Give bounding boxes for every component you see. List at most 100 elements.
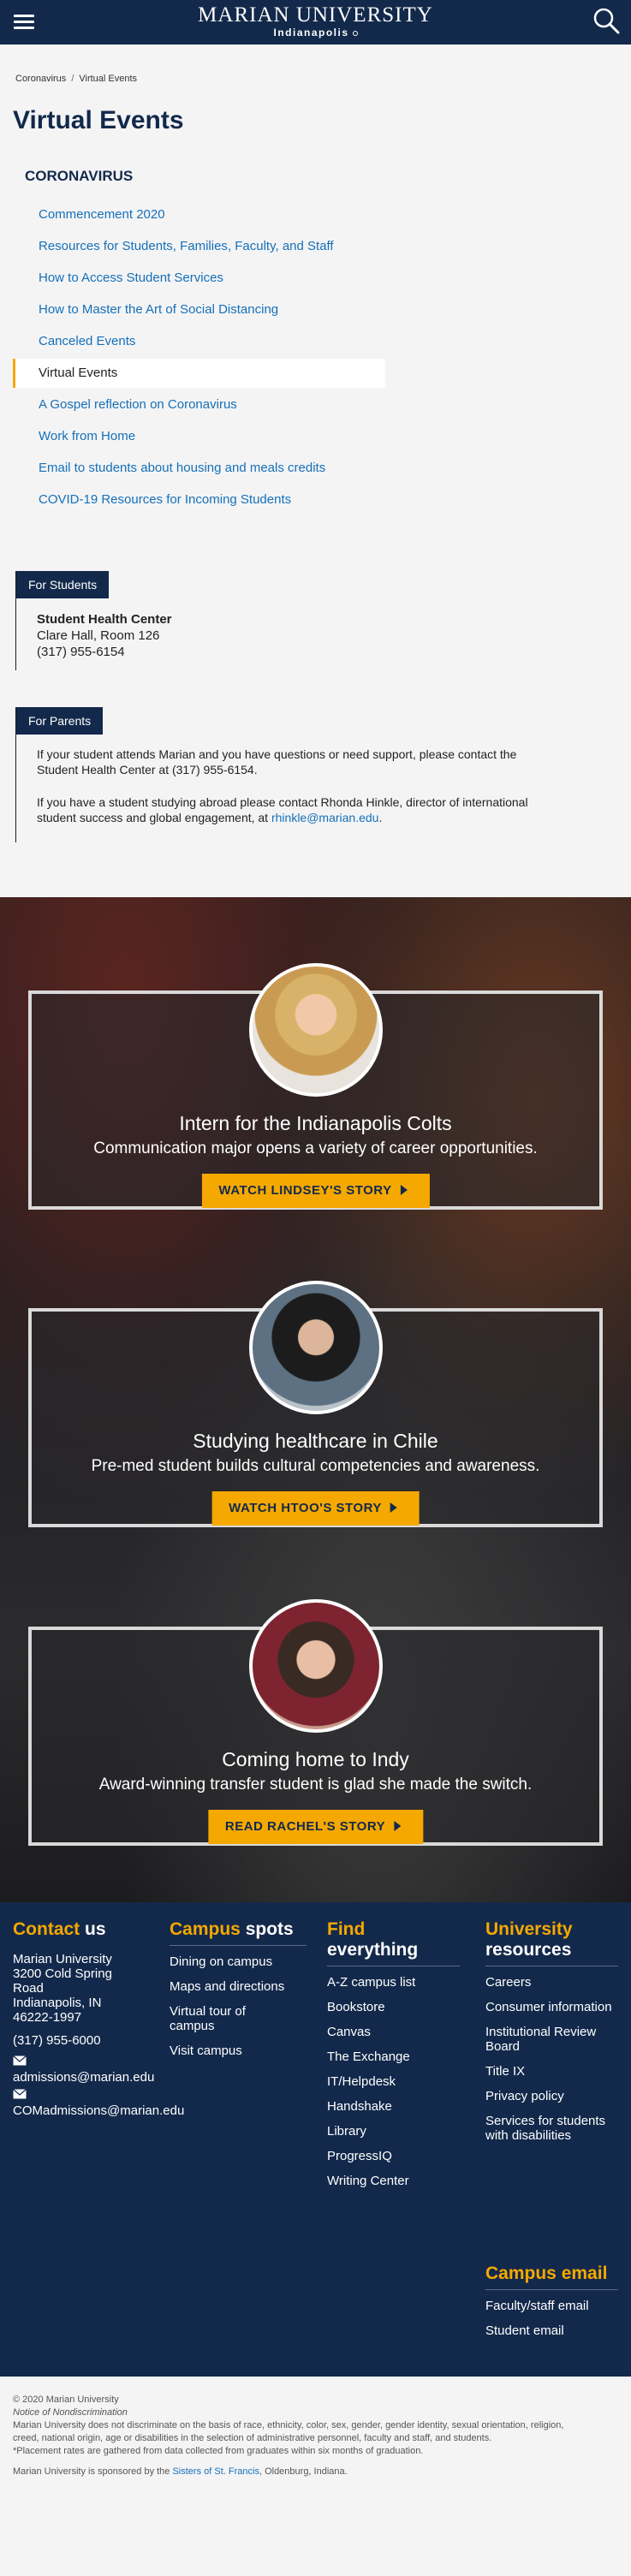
nav-item-student-services[interactable]: How to Access Student Services xyxy=(13,264,385,293)
parents-paragraph-1-line-2: Student Health Center at (317) 955-6154. xyxy=(37,763,258,776)
story-title: Coming home to Indy xyxy=(222,1748,409,1770)
legal-line-1: Marian University does not discriminate … xyxy=(13,2420,564,2430)
campus-email-list: Faculty/staff email Student email xyxy=(485,2299,618,2338)
link-virtual-tour[interactable]: Virtual tour of campus xyxy=(170,2004,264,2033)
nondiscrimination-link[interactable]: Notice of Nondiscrimination xyxy=(13,2406,128,2418)
heading-rest: resources xyxy=(485,1940,572,1960)
for-students-tag: For Students xyxy=(16,571,110,598)
link-library[interactable]: Library xyxy=(327,2124,460,2139)
nav-item-housing-email[interactable]: Email to students about housing and meal… xyxy=(13,454,385,483)
sisters-link[interactable]: Sisters of St. Francis xyxy=(172,2466,259,2477)
breadcrumb-current: Virtual Events xyxy=(79,74,138,84)
legal-line-3: *Placement rates are gathered from data … xyxy=(13,2446,424,2456)
student-stories-section: Intern for the Indianapolis Colts Commun… xyxy=(0,897,631,1902)
site-footer: Contact us Marian University 3200 Cold S… xyxy=(0,1902,631,2377)
story-subtitle: Communication major opens a variety of c… xyxy=(93,1139,538,1157)
read-rachel-story-button[interactable]: READ RACHEL'S STORY xyxy=(207,1810,424,1844)
resources-list: Careers Consumer information Institution… xyxy=(485,1975,618,2143)
heading-accent: Contact xyxy=(13,1919,80,1939)
copyright: © 2020 Marian University xyxy=(13,2395,119,2405)
footer-contact: Contact us Marian University 3200 Cold S… xyxy=(13,1919,184,2118)
site-logo[interactable]: MARIAN UNIVERSITY Indianapolis xyxy=(0,4,631,39)
parents-paragraph-2-text: student success and global engagement, a… xyxy=(37,811,271,824)
watch-lindsey-story-button[interactable]: WATCH LINDSEY'S STORY xyxy=(201,1174,430,1208)
nav-item-gospel-reflection[interactable]: A Gospel reflection on Coronavirus xyxy=(13,390,385,419)
nav-item-commencement[interactable]: Commencement 2020 xyxy=(13,200,385,229)
heading-rest: us xyxy=(85,1919,106,1939)
contact-phone[interactable]: (317) 955-6000 xyxy=(13,2033,150,2048)
breadcrumb-separator: / xyxy=(71,74,74,84)
rachel-photo xyxy=(248,1599,383,1733)
rhinkle-email-link[interactable]: rhinkle@marian.edu xyxy=(271,811,379,824)
link-careers[interactable]: Careers xyxy=(485,1975,618,1990)
envelope-icon xyxy=(13,2088,150,2103)
play-arrow-icon xyxy=(390,1502,397,1513)
link-bookstore[interactable]: Bookstore xyxy=(327,2000,460,2014)
story-title: Studying healthcare in Chile xyxy=(193,1430,438,1452)
link-student-email[interactable]: Student email xyxy=(485,2323,618,2338)
link-writing-center[interactable]: Writing Center xyxy=(327,2174,460,2188)
story-button-label: WATCH HTOO'S STORY xyxy=(229,1501,382,1515)
lindsey-photo xyxy=(248,963,383,1097)
story-subtitle: Pre-med student builds cultural competen… xyxy=(91,1457,540,1475)
address-line-4: Indianapolis, IN xyxy=(13,1996,102,2010)
link-privacy-policy[interactable]: Privacy policy xyxy=(485,2089,618,2103)
heading-accent: Campus xyxy=(485,2264,557,2283)
admissions-email-link[interactable]: admissions@marian.edu xyxy=(13,2070,154,2085)
htoo-photo xyxy=(248,1281,383,1414)
play-arrow-icon xyxy=(400,1185,408,1195)
link-title-ix[interactable]: Title IX xyxy=(485,2064,618,2079)
footer-contact-heading: Contact us xyxy=(13,1919,150,1945)
nav-item-work-from-home[interactable]: Work from Home xyxy=(13,422,385,451)
link-az-list[interactable]: A-Z campus list xyxy=(327,1975,460,1990)
link-progressiq[interactable]: ProgressIQ xyxy=(327,2149,460,2163)
link-handshake[interactable]: Handshake xyxy=(327,2099,460,2114)
address-line-2: 3200 Cold Spring xyxy=(13,1966,112,1981)
com-admissions-email-link[interactable]: COMadmissions@marian.edu xyxy=(13,2103,184,2118)
heading-rest: spots xyxy=(245,1919,294,1939)
legal-section: © 2020 Marian University Notice of Nondi… xyxy=(0,2377,631,2576)
heading-rest: everything xyxy=(327,1940,419,1960)
search-icon[interactable] xyxy=(590,5,622,38)
parents-paragraph-2-line-2: student success and global engagement, a… xyxy=(37,810,382,825)
nav-item-virtual-events[interactable]: Virtual Events xyxy=(13,359,385,388)
link-disability-services[interactable]: Services for students with disabilities xyxy=(485,2114,618,2143)
breadcrumb-link-coronavirus[interactable]: Coronavirus xyxy=(15,74,66,84)
watch-htoo-story-button[interactable]: WATCH HTOO'S STORY xyxy=(211,1491,420,1526)
link-faculty-email[interactable]: Faculty/staff email xyxy=(485,2299,618,2313)
nav-item-resources[interactable]: Resources for Students, Families, Facult… xyxy=(13,232,385,261)
footer-find-heading: Find everything xyxy=(327,1919,460,1966)
link-canvas[interactable]: Canvas xyxy=(327,2025,460,2039)
link-dining[interactable]: Dining on campus xyxy=(170,1954,307,1969)
find-everything-list: A-Z campus list Bookstore Canvas The Exc… xyxy=(327,1975,460,2188)
envelope-icon xyxy=(13,2055,150,2070)
link-consumer-info[interactable]: Consumer information xyxy=(485,2000,618,2014)
site-header: MARIAN UNIVERSITY Indianapolis xyxy=(0,0,631,45)
registered-mark-icon xyxy=(352,30,358,36)
footer-find-everything: Find everything A-Z campus list Bookstore… xyxy=(327,1919,460,2198)
address-line-1: Marian University xyxy=(13,1952,112,1966)
story-card-htoo: Studying healthcare in Chile Pre-med stu… xyxy=(28,1281,603,1527)
footer-resources-heading: University resources xyxy=(485,1919,618,1966)
heading-rest: email xyxy=(561,2264,608,2283)
link-irb[interactable]: Institutional Review Board xyxy=(485,2025,618,2054)
nav-item-covid-resources[interactable]: COVID-19 Resources for Incoming Students xyxy=(13,485,385,515)
story-button-label: WATCH LINDSEY'S STORY xyxy=(218,1183,392,1198)
story-card-lindsey: Intern for the Indianapolis Colts Commun… xyxy=(28,963,603,1210)
link-it-helpdesk[interactable]: IT/Helpdesk xyxy=(327,2074,460,2089)
parents-paragraph-2-line-1: If you have a student studying abroad pl… xyxy=(37,795,528,809)
link-visit-campus[interactable]: Visit campus xyxy=(170,2044,307,2058)
story-subtitle: Award-winning transfer student is glad s… xyxy=(98,1776,533,1794)
footer-email-heading: Campus email xyxy=(485,2264,618,2290)
parents-paragraph-1-line-1: If your student attends Marian and you h… xyxy=(37,747,517,761)
nav-item-social-distancing[interactable]: How to Master the Art of Social Distanci… xyxy=(13,295,385,324)
story-button-label: READ RACHEL'S STORY xyxy=(224,1819,386,1834)
health-center-name: Student Health Center xyxy=(37,612,172,627)
nav-item-canceled-events[interactable]: Canceled Events xyxy=(13,327,385,356)
section-nav-heading[interactable]: CORONAVIRUS xyxy=(25,168,133,185)
for-parents-block: For Parents If your student attends Mari… xyxy=(15,707,615,842)
link-the-exchange[interactable]: The Exchange xyxy=(327,2049,460,2064)
page-title: Virtual Events xyxy=(13,106,184,134)
link-maps[interactable]: Maps and directions xyxy=(170,1979,307,1994)
story-title: Intern for the Indianapolis Colts xyxy=(179,1112,452,1134)
